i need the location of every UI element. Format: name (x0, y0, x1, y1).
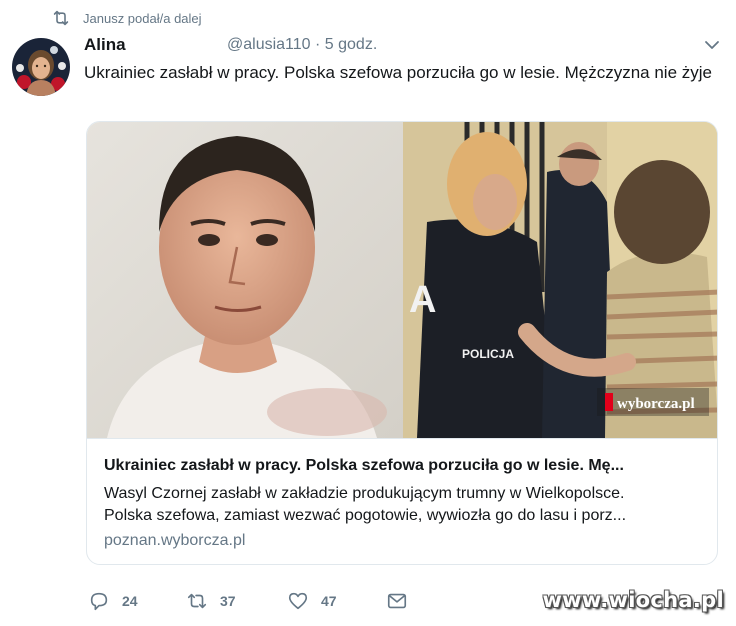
card-description: Wasyl Czornej zasłabł w zakładzie produk… (104, 483, 704, 527)
watermark: www.wiocha.pl (542, 588, 724, 612)
link-card[interactable]: A POLICJA wyborcza.pl Ukrainiec zasłabł … (86, 121, 718, 565)
retweet-context-text[interactable]: Janusz podał/a dalej (83, 11, 202, 26)
like-count: 47 (321, 593, 337, 609)
police-vest-text: POLICJA (462, 347, 514, 361)
direct-message-button[interactable] (386, 588, 408, 614)
author-handle-time[interactable]: @alusia110 · 5 godz. (227, 36, 377, 54)
like-button[interactable]: 47 (287, 588, 337, 614)
chevron-down-icon[interactable] (704, 39, 720, 51)
envelope-icon (387, 593, 407, 609)
card-description-line: Wasyl Czornej zasłabł w zakładzie produk… (104, 485, 625, 502)
retweet-button[interactable]: 37 (186, 588, 236, 614)
wyborcza-logo: wyborcza.pl (617, 396, 695, 412)
reply-count: 24 (122, 593, 138, 609)
police-text-left: A (409, 279, 436, 321)
retweet-count: 37 (220, 593, 236, 609)
reply-icon (90, 592, 108, 611)
reply-button[interactable]: 24 (88, 588, 138, 614)
retweet-icon (187, 593, 207, 609)
heart-icon (288, 592, 308, 610)
tweet-text: Ukrainiec zasłabł w pracy. Polska szefow… (84, 63, 712, 82)
author-name[interactable]: Alina (84, 35, 126, 55)
tweet-header: Alina @alusia110 · 5 godz. (84, 35, 724, 57)
avatar[interactable] (12, 38, 70, 96)
retweet-icon (53, 10, 69, 26)
card-description-line: Polska szefowa, zamiast wezwać pogotowie… (104, 507, 627, 524)
card-title[interactable]: Ukrainiec zasłabł w pracy. Polska szefow… (104, 457, 704, 475)
card-body[interactable]: Ukrainiec zasłabł w pracy. Polska szefow… (87, 438, 717, 564)
card-image[interactable]: A POLICJA wyborcza.pl (87, 122, 718, 438)
card-domain[interactable]: poznan.wyborcza.pl (104, 532, 245, 550)
